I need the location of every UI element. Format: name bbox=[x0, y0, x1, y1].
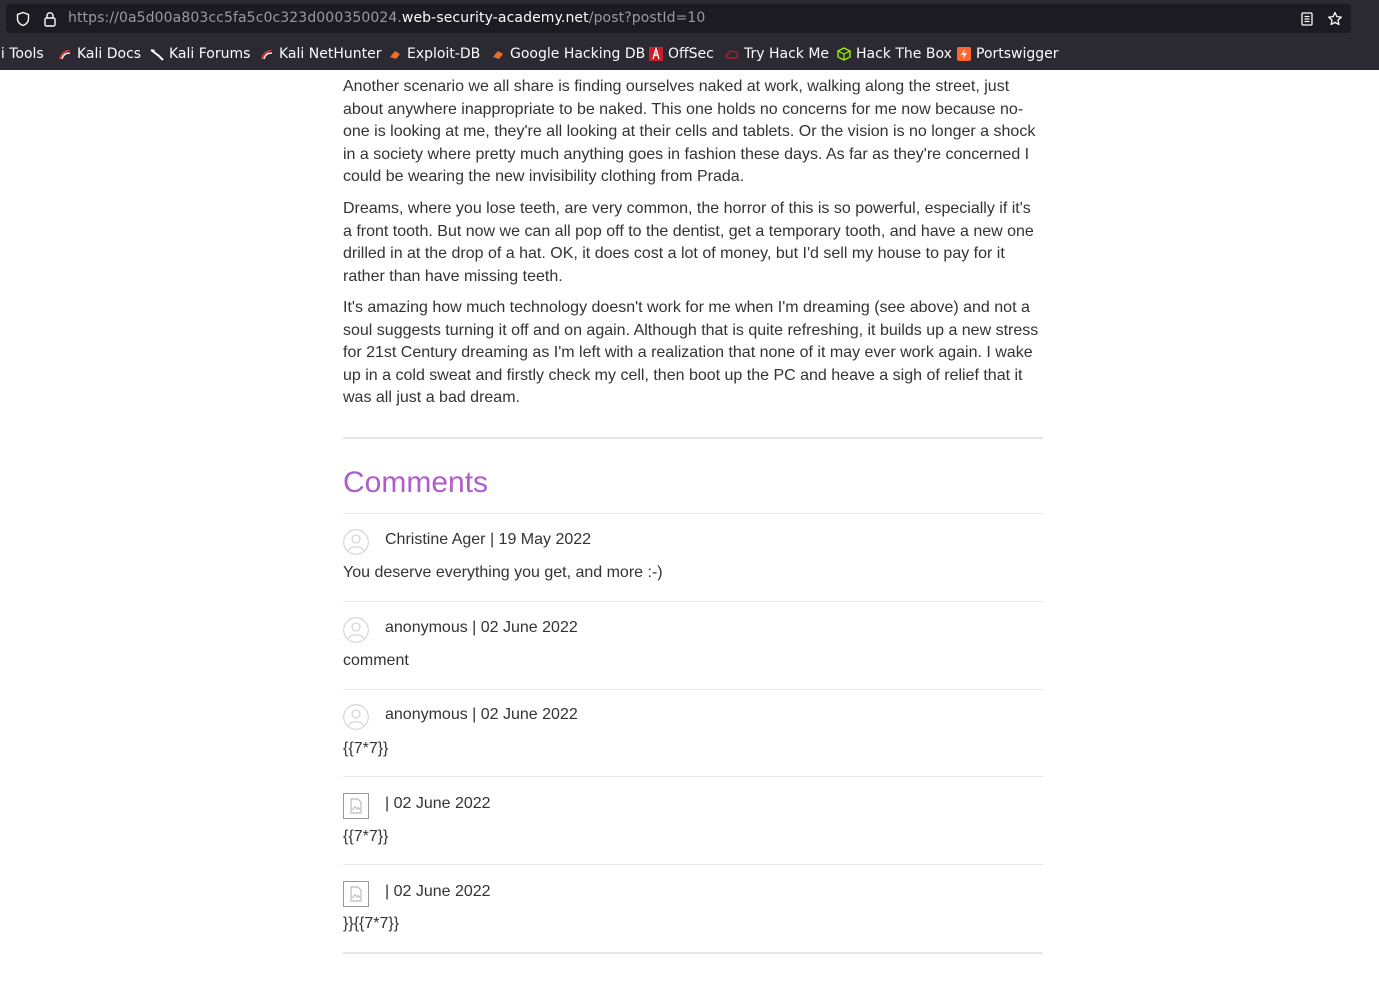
comment-text: You deserve everything you get, and more… bbox=[343, 564, 663, 581]
bookmark-google-hacking-db[interactable]: Google Hacking DB bbox=[491, 44, 645, 64]
bookmark-label: Exploit-DB bbox=[407, 46, 481, 62]
bookmark-exploit-db[interactable]: Exploit-DB bbox=[388, 44, 480, 64]
address-bar[interactable]: https://0a5d00a803cc5fa5c0c323d000350024… bbox=[6, 4, 1351, 33]
comment-text: {{7*7}} bbox=[343, 828, 389, 845]
comments-end-divider bbox=[343, 952, 1043, 954]
comment-divider bbox=[343, 513, 1043, 514]
bookmark-label: Portswigger bbox=[976, 46, 1059, 62]
bookmark-label: Kali Docs bbox=[77, 46, 142, 62]
comment-author-date: anonymous | 02 June 2022 bbox=[385, 706, 578, 723]
bookmark-kali-nethunter[interactable]: Kali NetHunter bbox=[260, 44, 381, 64]
url-domain: web-security-academy.net bbox=[401, 10, 589, 26]
google-hacking-db-icon bbox=[493, 51, 503, 59]
comment-divider bbox=[343, 601, 1043, 602]
default-avatar-icon bbox=[343, 704, 369, 730]
post-paragraph: It's amazing how much technology doesn't… bbox=[343, 299, 1039, 406]
comment-header: anonymous | 02 June 2022 bbox=[343, 617, 1043, 643]
comment-header: | 02 June 2022 bbox=[343, 881, 1043, 907]
broken-image-icon bbox=[343, 793, 369, 819]
bookmark-label: Hack The Box bbox=[856, 46, 952, 62]
offsec-icon bbox=[649, 47, 663, 61]
comments-heading: Comments bbox=[343, 466, 489, 499]
bookmark-star-icon[interactable] bbox=[1327, 11, 1343, 27]
shield-icon[interactable] bbox=[15, 11, 31, 27]
url-text[interactable]: https://0a5d00a803cc5fa5c0c323d000350024… bbox=[68, 10, 705, 26]
bookmark-kali-tools[interactable]: li Tools bbox=[0, 44, 44, 64]
url-path: /post?postId=10 bbox=[588, 10, 706, 26]
bookmark-label: Kali NetHunter bbox=[279, 46, 382, 62]
bookmark-try-hack-me[interactable]: Try Hack Me bbox=[725, 44, 829, 64]
comment-header: anonymous | 02 June 2022 bbox=[343, 704, 1043, 730]
comment-author-date: | 02 June 2022 bbox=[385, 795, 491, 812]
bookmark-hack-the-box[interactable]: Hack The Box bbox=[837, 44, 952, 64]
comment-text: comment bbox=[343, 652, 409, 669]
post-paragraph: Dreams, where you lose teeth, are very c… bbox=[343, 200, 1034, 285]
hackthebox-icon bbox=[837, 47, 851, 61]
bookmark-kali-forums[interactable]: Kali Forums bbox=[150, 44, 250, 64]
lock-icon[interactable] bbox=[42, 11, 58, 27]
broken-image-icon bbox=[343, 881, 369, 907]
comment-author-date: | 02 June 2022 bbox=[385, 883, 491, 900]
comment-text: }}{{7*7}} bbox=[343, 915, 400, 932]
comment-text: {{7*7}} bbox=[343, 740, 389, 757]
comment-divider bbox=[343, 776, 1043, 777]
browser-chrome: https://0a5d00a803cc5fa5c0c323d000350024… bbox=[0, 0, 1379, 70]
post-paragraph: Another scenario we all share is finding… bbox=[343, 78, 1036, 185]
comment-divider bbox=[343, 864, 1043, 865]
comment-author-date: anonymous | 02 June 2022 bbox=[385, 619, 578, 636]
comment-header: Christine Ager | 19 May 2022 bbox=[343, 529, 1043, 555]
reader-view-icon[interactable] bbox=[1299, 11, 1315, 27]
bookmark-label: Try Hack Me bbox=[744, 46, 830, 62]
bookmark-offsec[interactable]: OffSec bbox=[649, 44, 714, 64]
comment-header: | 02 June 2022 bbox=[343, 793, 1043, 819]
url-prefix: https://0a5d00a803cc5fa5c0c323d000350024… bbox=[68, 10, 402, 26]
default-avatar-icon bbox=[343, 529, 369, 555]
bookmark-portswigger[interactable]: Portswigger bbox=[957, 44, 1059, 64]
kali-nethunter-icon bbox=[261, 49, 273, 60]
bookmark-kali-docs[interactable]: Kali Docs bbox=[58, 44, 141, 64]
comment-author-date: Christine Ager | 19 May 2022 bbox=[385, 531, 592, 548]
kali-docs-icon bbox=[59, 49, 71, 60]
bookmark-label: Kali Forums bbox=[169, 46, 251, 62]
tryhackme-icon bbox=[725, 50, 739, 59]
kali-forums-icon bbox=[150, 49, 164, 61]
bookmark-label: Google Hacking DB bbox=[510, 46, 646, 62]
comment-divider bbox=[343, 689, 1043, 690]
bookmark-label: OffSec bbox=[668, 46, 714, 62]
portswigger-icon bbox=[957, 47, 971, 61]
post-divider bbox=[343, 437, 1043, 439]
default-avatar-icon bbox=[343, 617, 369, 643]
bookmark-label: li Tools bbox=[0, 46, 44, 62]
exploit-db-icon bbox=[390, 51, 400, 59]
